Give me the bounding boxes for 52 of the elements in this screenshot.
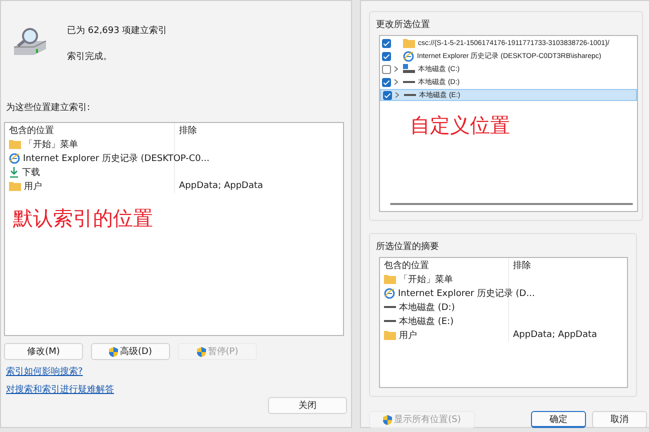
help-link[interactable]: 索引如何影响搜索? xyxy=(6,365,83,378)
button[interactable]: 高级(D) xyxy=(91,343,170,360)
column-header[interactable]: 包含的位置 xyxy=(380,258,509,272)
section-label: 为这些位置建立索引: xyxy=(6,102,92,114)
column-header[interactable]: 排除 xyxy=(509,258,531,272)
button[interactable]: 修改(M) xyxy=(4,343,83,360)
location-text[interactable]: 用户 xyxy=(399,328,417,342)
shield-icon xyxy=(109,346,118,356)
chevron-right-icon xyxy=(394,66,398,72)
folder-icon xyxy=(9,181,21,191)
drive-magnifier-icon xyxy=(12,27,48,57)
checkbox[interactable] xyxy=(382,52,391,60)
folder-icon xyxy=(384,330,396,340)
chevron-right-icon xyxy=(395,92,399,98)
location-text[interactable]: 本地磁盘 (D:) xyxy=(399,300,455,314)
globe-e-icon xyxy=(384,288,395,298)
annotation-text: 默认索引的位置 xyxy=(13,205,153,232)
location-text[interactable]: Internet Explorer 历史记录 (D... xyxy=(398,286,535,300)
location-text[interactable]: Internet Explorer 历史记录 (DESKTOP-C0... xyxy=(23,152,210,164)
exclude-text: AppData; AppData xyxy=(513,330,598,340)
checkbox[interactable] xyxy=(383,90,392,100)
ok-button[interactable]: 确定 xyxy=(531,411,586,428)
location-text[interactable]: 「开始」菜单 xyxy=(399,272,453,286)
status-text: 已为 62,693 项建立索引 xyxy=(67,24,168,37)
group-label: 更改所选位置 xyxy=(376,18,431,31)
globe-e-icon xyxy=(403,50,414,62)
column-header[interactable]: 排除 xyxy=(175,124,197,136)
checkbox[interactable] xyxy=(382,64,391,74)
location-text[interactable]: 下载 xyxy=(22,166,40,178)
chevron-right-icon xyxy=(394,78,398,84)
scrollbar[interactable] xyxy=(390,203,633,205)
shield-icon xyxy=(383,414,392,424)
cancel-button[interactable]: 取消 xyxy=(592,411,647,428)
checkbox[interactable] xyxy=(382,78,391,86)
download-icon xyxy=(9,166,19,178)
folder-icon xyxy=(384,274,396,284)
globe-e-icon xyxy=(9,152,20,164)
location-text[interactable]: 用户 xyxy=(24,180,42,192)
status-text: 索引完成。 xyxy=(67,50,113,63)
shield-icon xyxy=(196,346,206,356)
group-label: 所选位置的摘要 xyxy=(376,240,440,253)
folder-icon xyxy=(9,139,21,149)
checkbox[interactable] xyxy=(382,38,391,48)
column-header[interactable]: 包含的位置 xyxy=(5,123,175,137)
location-text[interactable]: 「开始」菜单 xyxy=(24,138,78,150)
location-text[interactable]: 本地磁盘 (E:) xyxy=(399,314,454,328)
exclude-text: AppData; AppData xyxy=(179,181,264,191)
close-button[interactable]: 关闭 xyxy=(268,397,347,414)
annotation-text: 自定义位置 xyxy=(410,112,510,139)
folder-icon xyxy=(403,38,415,48)
help-link[interactable]: 对搜索和索引进行疑难解答 xyxy=(6,383,114,396)
drive-icon xyxy=(403,64,415,74)
